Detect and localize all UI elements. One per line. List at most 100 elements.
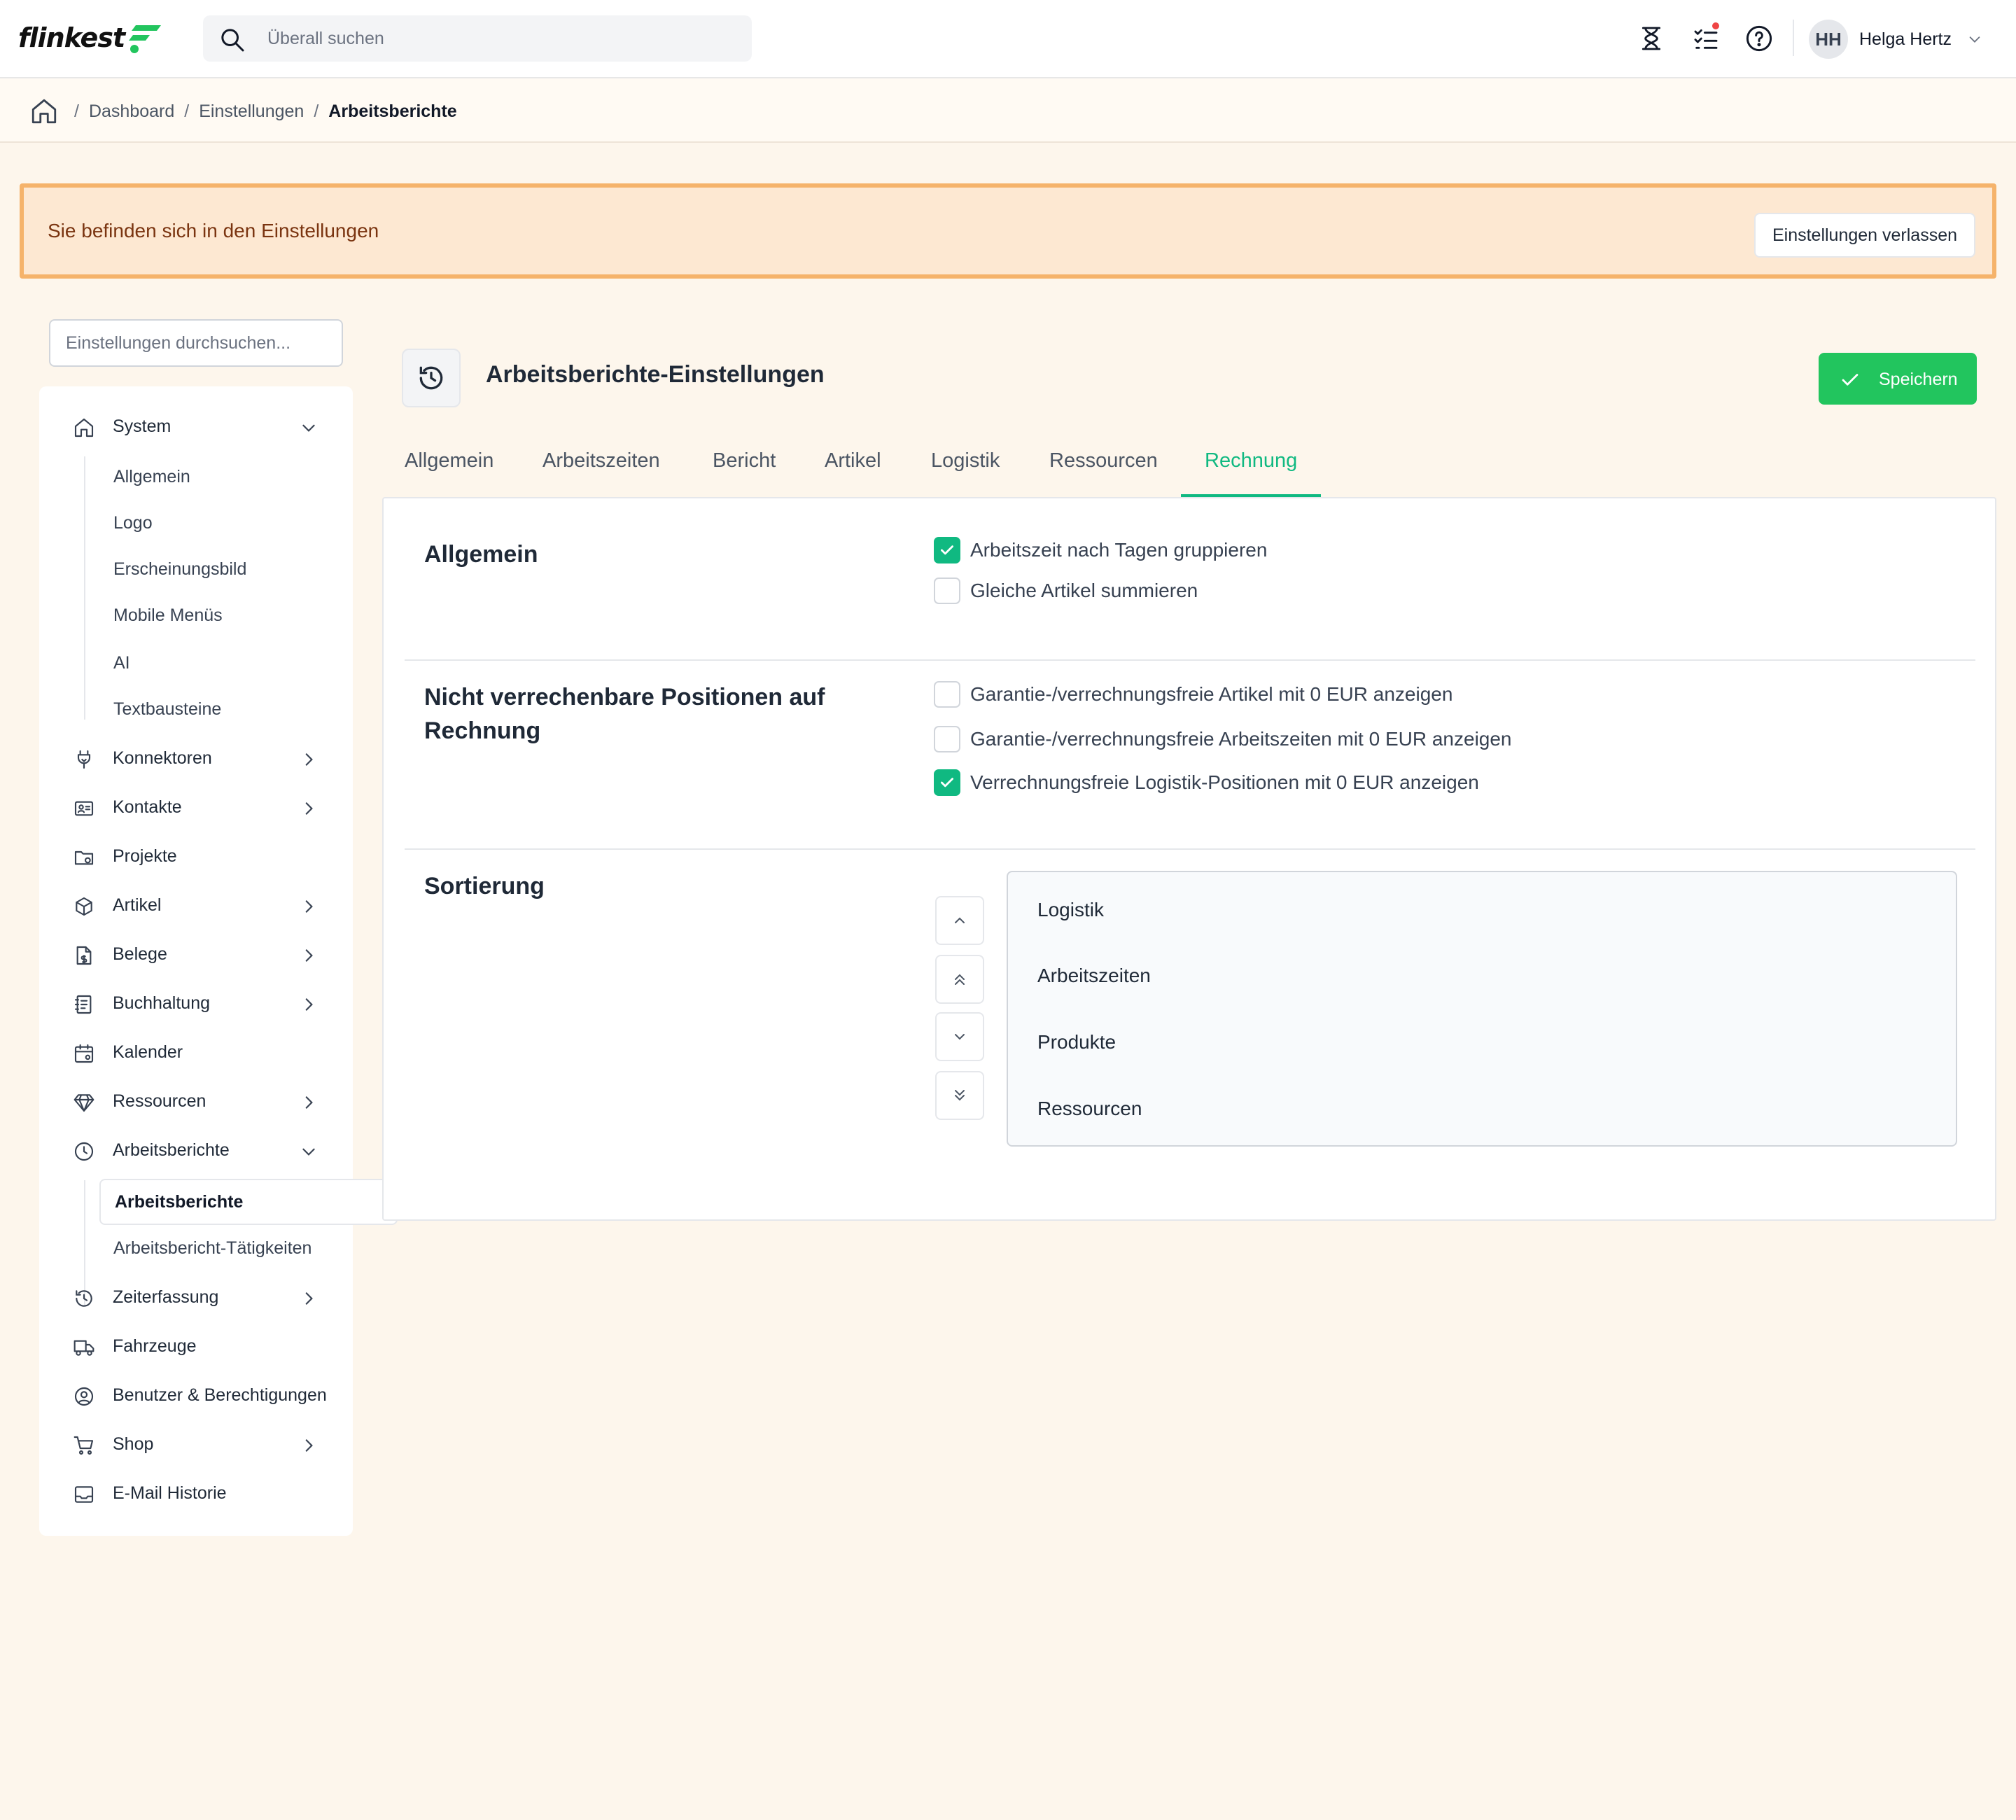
sidebar-item-system[interactable]: System (39, 406, 353, 448)
brand-logo[interactable]: flinkest (18, 18, 162, 57)
sidebar-item-label: Arbeitsberichte (113, 1140, 230, 1160)
option-arbeitszeit-gruppieren[interactable]: Arbeitszeit nach Tagen gruppieren (934, 536, 1267, 564)
sidebar-item-email-historie[interactable]: E-Mail Historie (39, 1473, 353, 1515)
ledger-icon (74, 995, 92, 1014)
chevron-right-icon (305, 998, 313, 1011)
chevron-down-icon (302, 1148, 315, 1156)
sidebar-item-label: Belege (113, 944, 167, 964)
sidebar-sub-logo[interactable]: Logo (113, 505, 153, 540)
option-artikel-0-eur[interactable]: Garantie-/verrechnungsfreie Artikel mit … (934, 680, 1452, 708)
sidebar-sub-textbausteine[interactable]: Textbausteine (113, 692, 221, 727)
list-item[interactable]: Logistik (1037, 899, 1104, 921)
user-menu[interactable]: HH Helga Hertz (1809, 18, 1982, 60)
list-item[interactable]: Arbeitszeiten (1037, 965, 1151, 987)
sidebar-item-fahrzeuge[interactable]: Fahrzeuge (39, 1326, 353, 1368)
tab-artikel[interactable]: Artikel (825, 442, 881, 497)
breadcrumb-bar: / Dashboard / Einstellungen / Arbeitsber… (0, 78, 2016, 143)
sidebar-item-ressourcen[interactable]: Ressourcen (39, 1081, 353, 1123)
sidebar-item-artikel[interactable]: Artikel (39, 885, 353, 927)
sidebar-item-zeiterfassung[interactable]: Zeiterfassung (39, 1277, 353, 1319)
chevron-up-icon (955, 917, 965, 923)
move-top-button[interactable] (935, 955, 984, 1004)
contact-card-icon (74, 801, 94, 816)
box-icon (76, 897, 92, 916)
breadcrumb-dashboard[interactable]: Dashboard (89, 102, 174, 122)
banner-text: Sie befinden sich in den Einstellungen (48, 220, 379, 241)
list-item[interactable]: Ressourcen (1037, 1098, 1142, 1120)
check-icon (941, 545, 953, 555)
sidebar-item-benutzer[interactable]: Benutzer & Berechtigungen (39, 1375, 353, 1417)
topbar-divider (1793, 20, 1794, 56)
inbox-icon (74, 1486, 94, 1503)
section-title-nicht-verrechenbar: Nicht verrechenbare Positionen auf Rechn… (424, 680, 825, 748)
settings-banner: Sie befinden sich in den Einstellungen E… (20, 183, 1996, 279)
checkbox-unchecked[interactable] (934, 578, 960, 604)
cart-icon (74, 1436, 94, 1455)
sidebar-item-label: E-Mail Historie (113, 1483, 227, 1503)
help-button[interactable] (1742, 21, 1777, 56)
leave-settings-button[interactable]: Einstellungen verlassen (1754, 213, 1975, 258)
sidebar-sub-mobile-menues[interactable]: Mobile Menüs (113, 598, 223, 633)
tab-allgemein[interactable]: Allgemein (405, 442, 493, 497)
tab-arbeitszeiten[interactable]: Arbeitszeiten (542, 442, 660, 497)
checkbox-checked[interactable] (934, 769, 960, 796)
sidebar-sub-ai[interactable]: AI (113, 645, 130, 680)
tab-bericht[interactable]: Bericht (713, 442, 776, 497)
sidebar-sub-allgemein[interactable]: Allgemein (113, 459, 190, 494)
list-item[interactable]: Produkte (1037, 1031, 1116, 1054)
chevron-down-icon (955, 1034, 965, 1040)
option-arbeitszeiten-0-eur[interactable]: Garantie-/verrechnungsfreie Arbeitszeite… (934, 725, 1512, 753)
sidebar-item-projekte[interactable]: Projekte (39, 836, 353, 878)
hourglass-button[interactable] (1634, 21, 1669, 56)
sidebar-sub-arbeitsberichte[interactable]: Arbeitsberichte (99, 1179, 398, 1225)
sidebar-item-label: Konnektoren (113, 748, 212, 768)
folder-gear-icon (74, 850, 94, 865)
plug-icon (77, 750, 91, 769)
save-button[interactable]: Speichern (1819, 353, 1977, 405)
tab-ressourcen[interactable]: Ressourcen (1049, 442, 1158, 497)
checkbox-unchecked[interactable] (934, 726, 960, 752)
sidebar-sub-erscheinungsbild[interactable]: Erscheinungsbild (113, 552, 246, 587)
save-button-label: Speichern (1879, 370, 1958, 389)
option-label: Garantie-/verrechnungsfreie Arbeitszeite… (970, 728, 1512, 750)
chevron-down-icon (302, 424, 315, 432)
breadcrumb-current: Arbeitsberichte (328, 101, 457, 121)
move-bottom-button[interactable] (935, 1071, 984, 1120)
option-logistik-0-eur[interactable]: Verrechnungsfreie Logistik-Positionen mi… (934, 769, 1479, 797)
move-up-button[interactable] (935, 896, 984, 945)
page-icon (402, 349, 461, 407)
sidebar-item-kalender[interactable]: Kalender (39, 1032, 353, 1074)
global-search-input[interactable] (267, 15, 729, 62)
sidebar-item-buchhaltung[interactable]: Buchhaltung (39, 983, 353, 1025)
home-icon[interactable] (29, 97, 59, 126)
hourglass-icon (1642, 27, 1661, 50)
breadcrumb-einstellungen[interactable]: Einstellungen (199, 102, 304, 122)
brand-mark-icon (129, 25, 162, 53)
breadcrumb-separator: / (184, 101, 190, 121)
settings-search-input[interactable] (49, 319, 343, 367)
settings-card: Allgemein Arbeitszeit nach Tagen gruppie… (382, 497, 1996, 1221)
chevron-right-icon (305, 753, 313, 766)
option-gleiche-artikel-summieren[interactable]: Gleiche Artikel summieren (934, 577, 1198, 605)
sidebar-item-shop[interactable]: Shop (39, 1424, 353, 1466)
help-icon (1746, 25, 1772, 52)
checkbox-unchecked[interactable] (934, 681, 960, 708)
option-label: Gleiche Artikel summieren (970, 580, 1198, 601)
checkbox-checked[interactable] (934, 537, 960, 564)
sidebar-item-belege[interactable]: Belege (39, 934, 353, 976)
page-title: Arbeitsberichte-Einstellungen (486, 361, 825, 388)
sort-order-list: Logistik Arbeitszeiten Produkte Ressourc… (1007, 871, 1957, 1147)
sidebar-sub-arbeitsbericht-taetigkeiten[interactable]: Arbeitsbericht-Tätigkeiten (113, 1231, 312, 1266)
chevron-right-icon (305, 802, 313, 815)
tab-logistik[interactable]: Logistik (931, 442, 1000, 497)
sidebar-item-arbeitsberichte[interactable]: Arbeitsberichte (39, 1130, 353, 1172)
tasks-button[interactable] (1688, 21, 1723, 56)
sidebar-item-konnektoren[interactable]: Konnektoren (39, 738, 353, 780)
check-icon (1842, 374, 1858, 386)
global-search[interactable] (203, 15, 752, 62)
section-divider (405, 848, 1975, 850)
move-down-button[interactable] (935, 1012, 984, 1061)
chevron-down-icon (1969, 36, 1980, 43)
tab-rechnung[interactable]: Rechnung (1205, 442, 1297, 497)
sidebar-item-kontakte[interactable]: Kontakte (39, 787, 353, 829)
